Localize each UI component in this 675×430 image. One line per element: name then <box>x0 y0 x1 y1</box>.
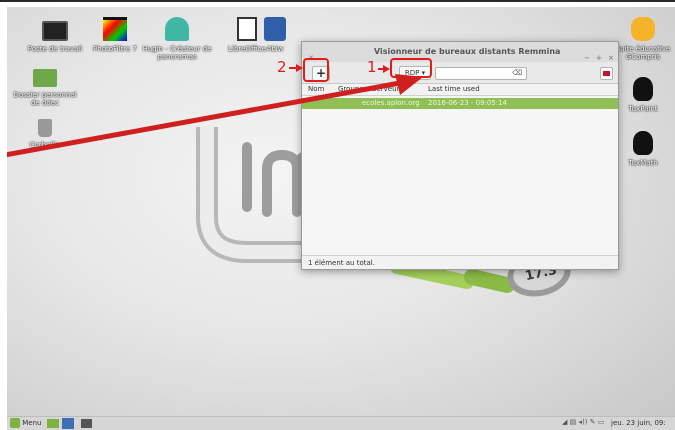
desktop: 17.3 Poste de travail PhotoFiltre 7 Hugi… <box>7 7 675 430</box>
annotation-arrows <box>7 64 423 158</box>
file-manager-icon[interactable] <box>62 418 74 429</box>
menu-button[interactable]: Menu <box>10 418 41 430</box>
mint-menu-icon <box>10 418 20 428</box>
taskbar: Menu ◢ ▤ ◂)) ✎ ▭ jeu. 23 juin, 09: <box>7 416 675 430</box>
clock[interactable]: jeu. 23 juin, 09: <box>611 419 666 427</box>
menu-label: Menu <box>22 419 42 427</box>
tray-icons[interactable]: ◢ ▤ ◂)) ✎ ▭ <box>562 418 604 426</box>
show-desktop-icon[interactable] <box>47 419 59 428</box>
terminal-icon[interactable] <box>81 419 92 428</box>
top-border <box>0 0 675 2</box>
